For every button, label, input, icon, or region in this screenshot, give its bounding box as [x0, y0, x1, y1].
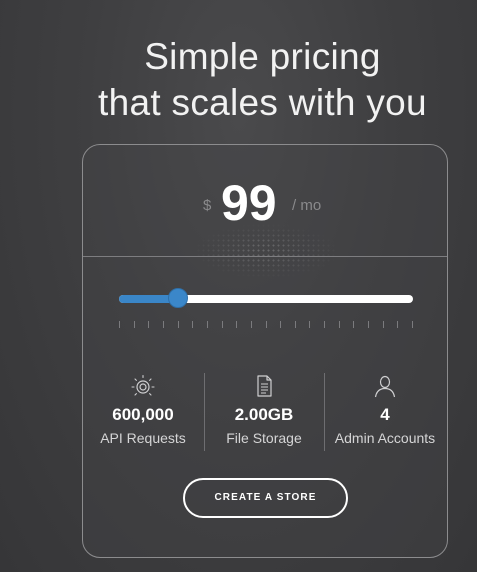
slider-tick	[236, 321, 237, 328]
currency-symbol: $	[203, 197, 212, 214]
price-period: / mo	[292, 197, 322, 214]
slider-tick	[266, 321, 267, 328]
user-icon	[374, 375, 396, 398]
feature-value: 2.00GB	[234, 405, 294, 424]
price-amount: 99	[221, 175, 277, 231]
slider-tick	[412, 321, 413, 328]
feature-value: 4	[380, 405, 390, 424]
slider-tick	[309, 321, 310, 328]
slider-tick	[339, 321, 340, 328]
feature-admin-accounts: 4 Admin Accounts	[325, 373, 445, 447]
slider-tick	[251, 321, 252, 328]
slider-tick	[119, 321, 120, 328]
slider-tick	[192, 321, 193, 328]
create-store-button[interactable]: CREATE A STORE	[183, 478, 348, 518]
slider-tick	[383, 321, 384, 328]
api-gauge-icon	[131, 374, 155, 396]
document-icon	[257, 375, 272, 397]
feature-value: 600,000	[112, 405, 174, 424]
feature-api-requests: 600,000 API Requests	[83, 373, 203, 447]
slider-ticks	[119, 321, 413, 329]
headline-line-1: Simple pricing	[144, 36, 381, 77]
slider-tick	[134, 321, 135, 328]
slider-tick	[148, 321, 149, 328]
slider-tick	[368, 321, 369, 328]
slider-handle[interactable]	[168, 288, 188, 308]
slider-tick	[295, 321, 296, 328]
pricing-card: $ 99 / mo 600,000 API Requests 2.00GB Fi…	[82, 144, 448, 558]
slider-tick	[280, 321, 281, 328]
headline-line-2: that scales with you	[98, 82, 427, 123]
slider-tick	[207, 321, 208, 328]
price-display: $ 99 / mo	[83, 173, 447, 233]
pricing-headline: Simple pricing that scales with you	[0, 34, 477, 126]
plan-features: 600,000 API Requests 2.00GB File Storage	[83, 373, 447, 453]
slider-tick	[222, 321, 223, 328]
slider-tick	[353, 321, 354, 328]
slider-tick	[178, 321, 179, 328]
feature-label: Admin Accounts	[334, 430, 436, 446]
feature-label: API Requests	[100, 430, 186, 446]
feature-file-storage: 2.00GB File Storage	[204, 373, 324, 447]
feature-label: File Storage	[226, 430, 302, 446]
slider-tick	[324, 321, 325, 328]
slider-tick	[397, 321, 398, 328]
slider-tick	[163, 321, 164, 328]
plan-slider[interactable]	[119, 288, 413, 308]
card-divider	[83, 256, 447, 257]
